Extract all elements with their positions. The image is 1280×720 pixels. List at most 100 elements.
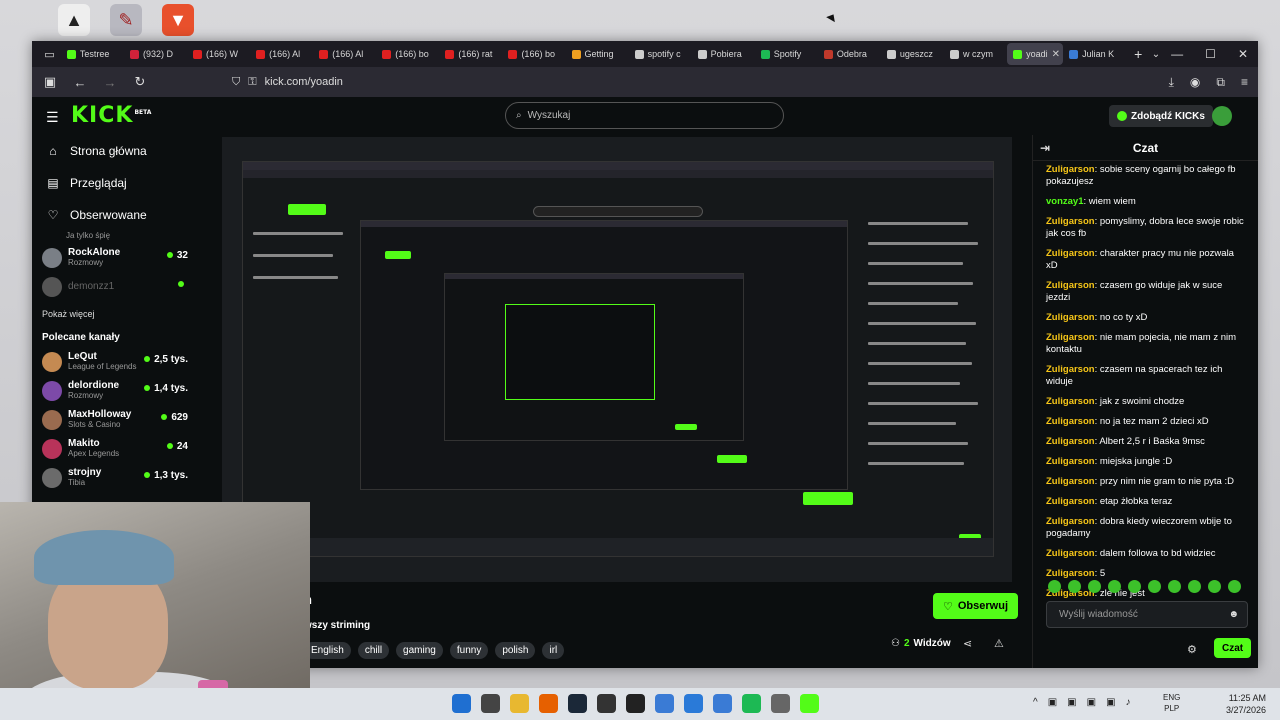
chat-send-button[interactable]: Czat [1214,638,1252,658]
emote-icon[interactable] [1188,580,1201,593]
clock[interactable]: 11:25 AM 3/27/2026 [1226,692,1266,716]
emote-icon[interactable] [1148,580,1161,593]
maximize-icon[interactable]: ☐ [1205,47,1216,61]
shield-icon[interactable]: ⛉ [232,76,240,89]
emote-icon[interactable] [1128,580,1141,593]
screen-icon[interactable] [713,694,732,713]
reload-icon[interactable]: ↻ [132,74,148,90]
chat-username[interactable]: Zuligarson [1046,332,1095,343]
browser-tab[interactable]: Julian K [1063,43,1126,65]
stream-tag[interactable]: polish [495,642,536,659]
account-icon[interactable]: ◉ [1190,75,1200,90]
user-avatar[interactable] [1212,106,1232,126]
sidebar-toggle-icon[interactable]: ▣ [42,74,58,90]
browser-tab[interactable]: spotify c [629,43,692,65]
stream-tag[interactable]: funny [449,642,489,659]
forward-icon[interactable]: → [102,75,118,90]
windows-start-icon[interactable] [452,694,471,713]
hamburger-menu-icon[interactable]: ☰ [46,109,59,126]
browser-tab[interactable]: Spotify [755,43,818,65]
language-indicator[interactable]: ENG PLP [1163,692,1180,714]
stream-tag[interactable]: chill [357,642,390,659]
followed-channel[interactable]: demonzz1 [32,272,222,301]
app-icon[interactable]: ▲ [58,4,90,36]
emote-icon[interactable] [1108,580,1121,593]
chat-username[interactable]: Zuligarson [1046,496,1095,507]
tray-app-icon[interactable]: ▣ [1048,697,1057,708]
chat-username[interactable]: Zuligarson [1046,248,1095,259]
sidebar-nav-browse[interactable]: ▤ Przeglądaj [32,167,222,199]
recommended-channel[interactable]: strojny Tibia 1,3 tys. [32,463,222,492]
browser-tab[interactable]: ugeszcz [881,43,944,65]
followed-channel[interactable]: RockAlone Rozmowy 32 [32,243,222,272]
browser-tab[interactable]: (166) Al [250,43,313,65]
url-bar[interactable]: ⛉ ⚿ kick.com/yoadin [232,70,1072,94]
emoji-icon[interactable]: ☻ [1228,609,1239,620]
kick-logo[interactable]: KICKBETA [71,103,151,128]
firefox-icon[interactable] [539,694,558,713]
app-icon[interactable]: ✎ [110,4,142,36]
obs-icon[interactable] [597,694,616,713]
terminal-icon[interactable] [626,694,645,713]
chat-message-input[interactable]: Wyślij wiadomość ☻ [1046,601,1248,628]
collapse-chat-icon[interactable]: ⇥ [1040,141,1050,155]
recommended-channel[interactable]: LeQut League of Legends 2,5 tys. [32,347,222,376]
tray-chevron-icon[interactable]: ^ [1033,697,1038,708]
emote-icon[interactable] [1228,580,1241,593]
chat-username[interactable]: Zuligarson [1046,416,1095,427]
browser-tab[interactable]: Testree [61,43,124,65]
kick-icon[interactable] [800,694,819,713]
follow-button[interactable]: ♡ Obserwuj [933,593,1018,619]
browser-tab[interactable]: (166) W [187,43,250,65]
search-input[interactable]: ⌕ Wyszukaj [505,102,784,129]
emote-icon[interactable] [1088,580,1101,593]
chat-username[interactable]: vonzay1 [1046,196,1084,207]
close-window-icon[interactable]: ✕ [1238,47,1248,61]
sidebar-nav-following[interactable]: ♡ Obserwowane [32,199,222,231]
chat-username[interactable]: Zuligarson [1046,312,1095,323]
spotify-icon[interactable] [742,694,761,713]
emote-icon[interactable] [1208,580,1221,593]
browser-tab[interactable]: w czym [944,43,1007,65]
chat-username[interactable]: Zuligarson [1046,164,1095,175]
browser-tab[interactable]: (166) bo [376,43,439,65]
tab-close-icon[interactable]: ✕ [1052,49,1060,60]
show-more-link[interactable]: Pokaż więcej [32,301,222,327]
tab-list-icon[interactable]: ⌄ [1152,49,1171,60]
chat-username[interactable]: Zuligarson [1046,548,1095,559]
recommended-channel[interactable]: Makito Apex Legends 24 [32,434,222,463]
tray-app-icon[interactable]: ▣ [1087,697,1096,708]
extensions-icon[interactable]: ⧉ [1216,75,1225,90]
search-icon[interactable] [481,694,500,713]
menu-icon[interactable]: ≡ [1241,75,1248,90]
lock-icon[interactable]: ⚿ [248,76,256,89]
browser-tab[interactable]: (166) bo [502,43,565,65]
recommended-channel[interactable]: MaxHolloway Slots & Casino 629 [32,405,222,434]
stream-tag[interactable]: gaming [396,642,443,659]
chat-username[interactable]: Zuligarson [1046,364,1095,375]
browser-tab[interactable]: Pobiera [692,43,755,65]
new-tab-icon[interactable]: + [1134,46,1152,62]
sidebar-nav-home[interactable]: ⌂ Strona główna [32,135,222,167]
shield-icon[interactable] [684,694,703,713]
browser-tab[interactable]: (166) Al [313,43,376,65]
back-icon[interactable]: ← [72,75,88,90]
report-icon[interactable]: ⚠ [994,637,1004,650]
tray-app-icon[interactable]: ▣ [1106,697,1115,708]
get-kicks-button[interactable]: Zdobądź KICKs [1109,105,1213,127]
microphone-icon[interactable]: ♪ [1126,697,1131,708]
chat-username[interactable]: Zuligarson [1046,396,1095,407]
file-explorer-icon[interactable] [510,694,529,713]
stream-tag[interactable]: irl [542,642,565,659]
emote-icon[interactable] [1068,580,1081,593]
settings-icon[interactable] [771,694,790,713]
browser-tab[interactable]: (166) rat [439,43,502,65]
brave-icon[interactable]: ▼ [162,4,194,36]
browser-tab[interactable]: yoadi ✕ [1007,43,1064,65]
browser-tab[interactable]: (932) D [124,43,187,65]
chat-settings-icon[interactable]: ⚙ [1187,643,1197,656]
chat-username[interactable]: Zuligarson [1046,516,1095,527]
tray-app-icon[interactable]: ▣ [1067,697,1076,708]
minimize-icon[interactable]: — [1171,47,1183,61]
emote-icon[interactable] [1048,580,1061,593]
